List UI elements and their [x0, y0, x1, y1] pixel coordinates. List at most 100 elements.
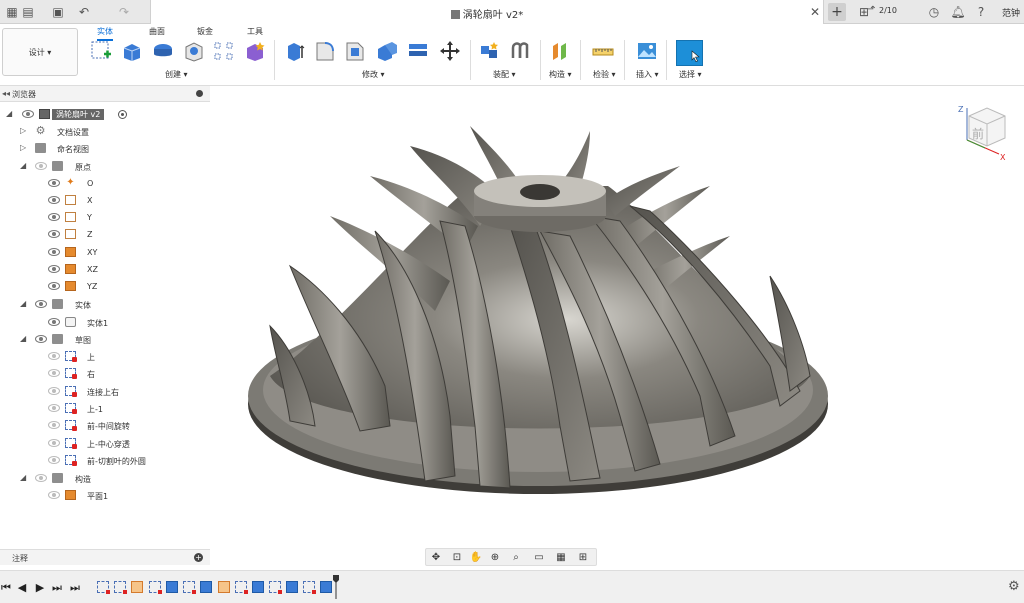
new-tab-button[interactable]: + — [828, 3, 846, 21]
timeline-first-icon[interactable]: ⏮ — [0, 581, 12, 595]
tree-item-doc-settings[interactable]: ▷ ⚙ 文档设置 — [0, 123, 210, 139]
viewports-icon[interactable]: ⊞ — [576, 551, 590, 565]
tab-tools[interactable]: 工具 — [247, 26, 263, 37]
activate-radio-icon[interactable] — [118, 110, 127, 119]
pan-hand-icon[interactable]: ✋ — [469, 551, 483, 565]
timeline-play-icon[interactable]: ▶ — [34, 581, 46, 595]
visibility-eye-icon[interactable] — [48, 196, 60, 204]
visibility-eye-icon[interactable] — [35, 474, 47, 482]
timeline-sketch-feature[interactable] — [269, 581, 282, 594]
tree-item-x-axis[interactable]: X — [0, 192, 210, 208]
workspace-switcher[interactable]: 设计 ▾ — [2, 28, 78, 76]
tab-surface[interactable]: 曲面 — [149, 26, 165, 37]
help-icon[interactable]: ? — [973, 4, 989, 20]
visibility-eye-icon[interactable] — [48, 369, 60, 377]
group-inspect[interactable]: 检验 ▾ — [593, 69, 616, 80]
select-button[interactable] — [676, 40, 703, 66]
group-construct[interactable]: 构造 ▾ — [549, 69, 572, 80]
grid-settings-icon[interactable]: ▦ — [554, 551, 568, 565]
visibility-eye-icon[interactable] — [48, 439, 60, 447]
timeline-sketch-feature[interactable] — [97, 581, 110, 594]
visibility-eye-icon[interactable] — [48, 387, 60, 395]
visibility-eye-icon[interactable] — [48, 352, 60, 360]
expand-arrow-icon[interactable]: ▷ — [20, 126, 28, 136]
visibility-eye-icon[interactable] — [48, 404, 60, 412]
create-sketch-icon[interactable] — [90, 40, 112, 62]
tree-item-construction[interactable]: ◢ 构造 — [0, 470, 210, 486]
tree-item-sketch[interactable]: 前-中间旋转 — [0, 417, 210, 433]
visibility-eye-icon[interactable] — [48, 282, 60, 290]
add-comment-icon[interactable]: + — [194, 553, 203, 562]
shell-icon[interactable] — [376, 40, 398, 62]
timeline-extrude-feature[interactable] — [286, 581, 298, 593]
tree-item-named-views[interactable]: ▷ 命名视图 — [0, 140, 210, 156]
create-form-icon[interactable] — [244, 40, 266, 62]
timeline-sketch-feature[interactable] — [114, 581, 127, 594]
tree-item-sketch[interactable]: 上 — [0, 348, 210, 364]
tree-item-sketches[interactable]: ◢ 草图 — [0, 331, 210, 347]
visibility-eye-icon[interactable] — [22, 110, 34, 118]
collapse-arrow-icon[interactable]: ◢ — [20, 334, 28, 344]
visibility-eye-icon[interactable] — [35, 162, 47, 170]
tree-root[interactable]: ◢ 涡轮扇叶 v2 — [0, 106, 210, 122]
job-status[interactable]: 2/10 — [879, 6, 897, 15]
timeline-plane-feature[interactable] — [218, 581, 230, 593]
tree-item-xy-plane[interactable]: XY — [0, 244, 210, 260]
fillet-icon[interactable] — [314, 40, 336, 62]
notification-bell-icon[interactable]: 🔔︎ — [950, 4, 966, 20]
visibility-eye-icon[interactable] — [48, 318, 60, 326]
tree-item-yz-plane[interactable]: YZ — [0, 278, 210, 294]
user-account[interactable]: 范钟 — [1002, 6, 1020, 19]
tree-item-z-axis[interactable]: Z — [0, 226, 210, 242]
measure-icon[interactable] — [592, 40, 614, 62]
collapse-arrow-icon[interactable]: ◢ — [20, 473, 28, 483]
revolve-icon[interactable] — [152, 40, 174, 62]
tree-item-y-axis[interactable]: Y — [0, 209, 210, 225]
collapse-arrow-icon[interactable]: ◢ — [20, 161, 28, 171]
grid-menu-icon[interactable]: ▦ — [4, 4, 20, 20]
comments-panel[interactable]: 注释 + — [0, 549, 210, 565]
timeline-settings-gear-icon[interactable]: ⚙ — [1008, 580, 1022, 594]
visibility-eye-icon[interactable] — [35, 335, 47, 343]
tree-item-sketch[interactable]: 上-1 — [0, 400, 210, 416]
offset-plane-icon[interactable] — [550, 40, 572, 62]
timeline-revolve-feature[interactable] — [252, 581, 264, 593]
group-assemble[interactable]: 装配 ▾ — [493, 69, 516, 80]
browser-pin-icon[interactable] — [196, 90, 203, 97]
insert-image-icon[interactable] — [636, 40, 658, 62]
file-menu-icon[interactable]: ▤ — [20, 4, 36, 20]
tree-item-sketch[interactable]: 连接上右 — [0, 383, 210, 399]
timeline-sketch-feature[interactable] — [235, 581, 248, 594]
document-tab[interactable]: 涡轮扇叶 v2* — [150, 0, 824, 24]
tree-item-xz-plane[interactable]: XZ — [0, 261, 210, 277]
3d-viewport[interactable]: Z X 前 — [210, 86, 1024, 566]
tab-sheet-metal[interactable]: 钣金 — [197, 26, 213, 37]
view-cube[interactable]: Z X 前 — [955, 98, 1017, 160]
tree-item-body1[interactable]: 实体1 — [0, 314, 210, 330]
expand-arrow-icon[interactable]: ▷ — [20, 143, 28, 153]
visibility-eye-icon[interactable] — [48, 230, 60, 238]
timeline-next-icon[interactable]: ⏭ — [51, 581, 63, 595]
display-settings-icon[interactable]: ▭ — [532, 551, 546, 565]
collapse-arrow-icon[interactable]: ◢ — [6, 109, 14, 119]
visibility-eye-icon[interactable] — [48, 179, 60, 187]
visibility-eye-icon[interactable] — [48, 456, 60, 464]
extrude-icon[interactable] — [121, 40, 143, 62]
tab-solid[interactable]: 实体 — [97, 26, 113, 41]
tree-item-sketch[interactable]: 上-中心穿透 — [0, 435, 210, 451]
save-icon[interactable]: ▣ — [50, 4, 66, 20]
timeline-sketch-feature[interactable] — [303, 581, 316, 594]
turbine-impeller-model[interactable] — [210, 86, 1024, 566]
move-icon[interactable] — [439, 40, 461, 62]
close-tab-icon[interactable]: ✕ — [810, 5, 822, 19]
visibility-eye-icon[interactable] — [48, 213, 60, 221]
job-status-icon[interactable]: ⬏ — [867, 4, 877, 18]
undo-icon[interactable]: ↶ — [76, 4, 92, 20]
tree-item-origin[interactable]: ◢ 原点 — [0, 158, 210, 174]
visibility-eye-icon[interactable] — [48, 265, 60, 273]
visibility-eye-icon[interactable] — [48, 421, 60, 429]
zoom-icon[interactable]: ⊕ — [488, 551, 502, 565]
timeline-sketch-feature[interactable] — [149, 581, 162, 594]
timeline-marker[interactable] — [333, 575, 339, 599]
tree-item-sketch[interactable]: 前-切割叶的外圆 — [0, 452, 210, 468]
